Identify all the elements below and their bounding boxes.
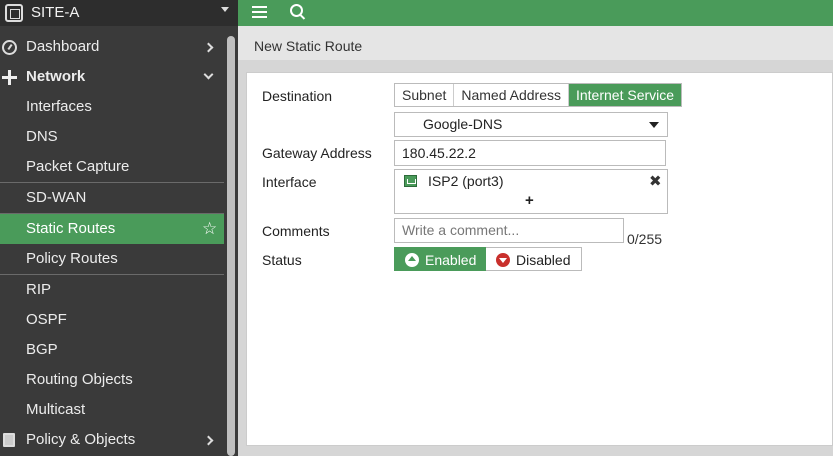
sidebar-item-label: SD-WAN [26,189,87,206]
sidebar-item-routing-objects[interactable]: Routing Objects [0,365,224,395]
sidebar-item-label: Multicast [26,401,86,418]
sidebar-item-label: DNS [26,128,58,145]
port-icon [404,175,417,187]
gateway-address-label: Gateway Address [262,145,372,161]
sidebar: SITE-A Dashboard Network Interfaces DNS … [0,0,238,456]
comments-input[interactable] [394,218,624,243]
destination-type-selector: Subnet Named Address Internet Service [394,83,683,107]
page-header: New Static Route [238,26,833,60]
status-label: Status [262,252,302,268]
sidebar-item-dns[interactable]: DNS [0,122,224,152]
sidebar-item-static-routes[interactable]: Static Routes ☆ [0,214,224,244]
sidebar-item-policy-routes[interactable]: Policy Routes [0,244,224,274]
sidebar-item-sd-wan[interactable]: SD-WAN [0,183,224,213]
gateway-address-input[interactable] [394,140,666,166]
sidebar-item-label: BGP [26,341,58,358]
sidebar-item-network[interactable]: Network [0,62,224,92]
sidebar-item-label: Network [26,68,86,85]
arrow-down-circle-icon [496,253,510,267]
sidebar-item-packet-capture[interactable]: Packet Capture [0,152,224,182]
sidebar-item-label: Static Routes [26,220,116,237]
sidebar-item-interfaces[interactable]: Interfaces [0,92,224,122]
sidebar-item-ospf[interactable]: OSPF [0,305,224,335]
sidebar-item-label: Interfaces [26,98,92,115]
sidebar-item-label: Policy Routes [26,250,118,267]
add-interface-icon[interactable]: + [525,192,534,209]
destination-named-address-option[interactable]: Named Address [454,84,569,106]
chevron-down-icon [203,69,214,80]
interface-label: Interface [262,174,317,190]
dashboard-gauge-icon [2,40,17,55]
sidebar-item-dashboard[interactable]: Dashboard [0,32,224,62]
sidebar-item-policy-objects[interactable]: Policy & Objects [0,425,224,455]
network-arrows-icon [2,70,17,85]
comment-char-counter: 0/255 [627,231,663,247]
status-disabled-label: Disabled [516,252,571,268]
destination-internet-service-option[interactable]: Internet Service [568,84,682,106]
static-route-form: Destination Subnet Named Address Interne… [246,72,833,446]
internet-service-dropdown[interactable]: Google-DNS [394,112,668,137]
status-enabled-button[interactable]: Enabled [394,247,486,271]
policy-document-icon [3,433,15,447]
sidebar-item-label: RIP [26,281,52,298]
search-icon[interactable] [290,4,306,20]
sidebar-scrollbar[interactable] [227,36,235,456]
sidebar-item-label: OSPF [26,311,67,328]
dropdown-arrow-icon [649,122,659,128]
sidebar-nav: Dashboard Network Interfaces DNS Packet … [0,32,224,455]
site-name: SITE-A [31,4,80,21]
page-title: New Static Route [254,38,363,54]
sidebar-item-rip[interactable]: RIP [0,275,224,305]
sidebar-item-multicast[interactable]: Multicast [0,395,224,425]
interface-value: ISP2 (port3) [428,173,504,189]
destination-label: Destination [262,88,333,104]
chevron-right-icon [203,42,214,53]
sidebar-item-label: Packet Capture [26,158,130,175]
status-enabled-label: Enabled [425,252,477,268]
comments-label: Comments [262,223,330,239]
status-disabled-button[interactable]: Disabled [486,247,582,271]
sidebar-item-bgp[interactable]: BGP [0,335,224,365]
top-bar [238,0,833,26]
sidebar-item-label: Dashboard [26,38,100,55]
arrow-up-circle-icon [405,253,419,267]
sidebar-item-label: Routing Objects [26,371,133,388]
remove-interface-icon[interactable]: ✖ [649,172,662,190]
status-toggle: Enabled Disabled [394,247,582,272]
destination-subnet-option[interactable]: Subnet [395,84,455,106]
hamburger-menu-icon[interactable] [252,6,267,19]
sidebar-item-label: Policy & Objects [26,431,136,448]
caret-down-icon[interactable] [221,7,229,12]
favorite-star-icon[interactable]: ☆ [202,214,217,244]
internet-service-value: Google-DNS [423,116,503,132]
interface-selector[interactable]: ISP2 (port3) ✖ + [394,169,668,214]
site-selector[interactable]: SITE-A [0,0,238,26]
chevron-right-icon [203,435,214,446]
fortigate-logo-icon [5,4,23,22]
